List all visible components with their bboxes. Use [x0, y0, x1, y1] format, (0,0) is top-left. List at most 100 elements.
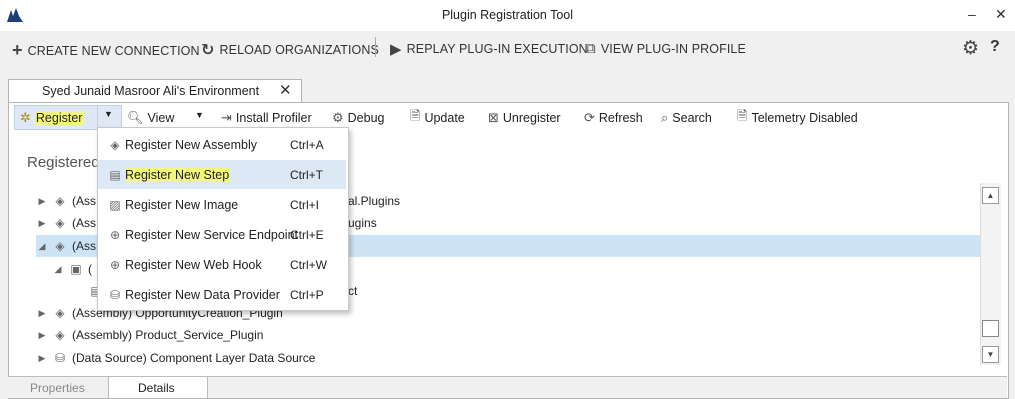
refresh-button[interactable]: ⟳ Refresh	[584, 108, 643, 127]
tree-row[interactable]: ▶ ◈ (Ass	[36, 212, 96, 234]
debug-icon: ⚙	[332, 109, 344, 125]
scroll-down-button[interactable]: ▼	[982, 346, 999, 363]
service-endpoint-icon: ⊕	[109, 227, 121, 242]
tree-row[interactable]: ▶ ◈ (Assembly) Product_Service_Plugin	[36, 324, 264, 346]
collapse-arrow-icon[interactable]: ◢	[52, 264, 64, 275]
tree-row-suffix: al.Plugins	[348, 194, 401, 208]
search-button[interactable]: ⌕ Search	[661, 108, 712, 127]
collapse-arrow-icon[interactable]: ◢	[36, 241, 48, 252]
vertical-scrollbar[interactable]	[980, 183, 1001, 365]
replay-plugin-execution-label: REPLAY PLUG-IN EXECUTION	[406, 42, 588, 56]
tree-heading: Registered	[27, 154, 100, 171]
menu-item-label: Register New Step	[125, 167, 290, 182]
tree-row-selected[interactable]: ◢ ◈ (Ass	[36, 235, 96, 257]
expand-arrow-icon[interactable]: ▶	[36, 330, 48, 341]
debug-label: Debug	[347, 110, 385, 125]
install-profiler-label: Install Profiler	[235, 110, 312, 125]
chevron-down-icon: ▼	[104, 109, 113, 119]
unregister-label: Unregister	[502, 110, 561, 125]
menu-item-register-step[interactable]: ▤ Register New Step Ctrl+T	[98, 160, 346, 189]
environment-tab-label: Syed Junaid Masroor Ali's Environment	[42, 84, 260, 98]
view-plugin-profile-button[interactable]: ⧉ VIEW PLUG-IN PROFILE	[585, 40, 746, 57]
telemetry-button[interactable]: 🗎 Telemetry Disabled	[737, 108, 858, 127]
reload-organizations-label: RELOAD ORGANIZATIONS	[219, 43, 379, 57]
tree-row-suffix: ugins	[348, 216, 377, 230]
view-label: View	[147, 110, 175, 125]
menu-item-register-service-endpoint[interactable]: ⊕ Register New Service Endpoint Ctrl+E	[98, 220, 346, 249]
view-plugin-profile-label: VIEW PLUG-IN PROFILE	[600, 41, 746, 56]
plus-icon: +	[12, 40, 23, 60]
telemetry-label: Telemetry Disabled	[751, 110, 858, 125]
reload-organizations-button[interactable]: ↻ RELOAD ORGANIZATIONS	[201, 40, 379, 60]
data-provider-icon: ⛁	[109, 287, 121, 302]
view-dropdown-icon[interactable]: ▼	[195, 110, 204, 120]
menu-item-shortcut: Ctrl+A	[290, 137, 324, 152]
minimize-button[interactable]: –	[968, 6, 976, 22]
tab-properties[interactable]: Properties	[30, 381, 85, 395]
expand-arrow-icon[interactable]: ▶	[36, 196, 48, 207]
install-profiler-button[interactable]: ⇥ Install Profiler	[221, 108, 312, 127]
tree-row-label: (Ass	[72, 216, 96, 230]
menu-item-register-image[interactable]: ▨ Register New Image Ctrl+I	[98, 190, 346, 219]
search-icon: ⌕	[661, 109, 669, 125]
assembly-icon: ◈	[55, 239, 65, 253]
menu-item-label-highlight: Register New Step	[125, 167, 230, 182]
tree-row[interactable]: ▶ ◈ (Ass	[36, 190, 96, 212]
update-label: Update	[424, 110, 465, 125]
menu-item-register-web-hook[interactable]: ⊕ Register New Web Hook Ctrl+W	[98, 250, 346, 279]
tree-row[interactable]: ▶ ⛁ (Data Source) Component Layer Data S…	[36, 347, 316, 369]
register-gear-icon: ✲	[20, 109, 31, 125]
command-separator	[375, 37, 376, 57]
telemetry-icon: 🗎	[737, 107, 748, 123]
create-connection-button[interactable]: + CREATE NEW CONNECTION	[12, 40, 200, 61]
window-title: Plugin Registration Tool	[441, 8, 574, 22]
menu-item-shortcut: Ctrl+E	[290, 227, 324, 242]
search-label: Search	[672, 110, 712, 125]
menu-item-label: Register New Service Endpoint	[125, 227, 298, 242]
close-tab-button[interactable]: ✕	[279, 81, 292, 99]
tree-row-suffix: ct	[348, 284, 358, 298]
update-button[interactable]: 🗎 Update	[410, 108, 465, 127]
menu-item-register-assembly[interactable]: ◈ Register New Assembly Ctrl+A	[98, 130, 346, 159]
register-button-content[interactable]: ✲ Register	[20, 108, 84, 127]
menu-item-shortcut: Ctrl+P	[290, 287, 324, 302]
expand-arrow-icon[interactable]: ▶	[36, 308, 48, 319]
settings-button[interactable]: ⚙	[962, 37, 979, 60]
unregister-button[interactable]: ⊠ Unregister	[488, 108, 561, 127]
menu-item-register-data-provider[interactable]: ⛁ Register New Data Provider Ctrl+P	[98, 280, 346, 309]
assembly-icon: ◈	[55, 328, 65, 342]
install-icon: ⇥	[221, 109, 232, 125]
tree-row-label: (Ass	[72, 194, 96, 208]
replay-plugin-execution-button[interactable]: ▶ REPLAY PLUG-IN EXECUTION	[390, 40, 588, 58]
plugin-type-icon: ▣	[70, 262, 82, 276]
assembly-icon: ◈	[55, 216, 65, 230]
expand-arrow-icon[interactable]: ▶	[36, 218, 48, 229]
scroll-thumb[interactable]	[982, 320, 999, 337]
menu-item-label: Register New Web Hook	[125, 257, 262, 272]
refresh-icon: ⟳	[584, 109, 595, 125]
close-window-button[interactable]: ✕	[995, 6, 1007, 23]
help-button[interactable]: ?	[990, 38, 1000, 56]
expand-arrow-icon[interactable]: ▶	[36, 353, 48, 364]
view-search-icon: 🔍︎	[127, 109, 144, 125]
tree-row-label: (	[88, 262, 92, 276]
scroll-up-button[interactable]: ▲	[982, 187, 999, 204]
view-button[interactable]: 🔍︎ View	[127, 108, 174, 127]
menu-item-shortcut: Ctrl+I	[290, 197, 320, 212]
tree-row[interactable]: ◢ ▣ (	[52, 258, 92, 280]
update-icon: 🗎	[410, 107, 421, 123]
tree-row-label: (Ass	[72, 239, 96, 253]
assembly-icon: ◈	[110, 137, 120, 152]
data-source-icon: ⛁	[54, 351, 66, 365]
tab-details[interactable]: Details	[138, 381, 175, 395]
debug-button[interactable]: ⚙ Debug	[332, 108, 385, 127]
step-icon: ▤	[109, 167, 121, 182]
menu-item-label: Register New Image	[125, 197, 239, 212]
assembly-icon: ◈	[55, 306, 65, 320]
menu-item-shortcut: Ctrl+T	[290, 167, 323, 182]
web-hook-icon: ⊕	[109, 257, 121, 272]
reload-icon: ↻	[201, 42, 215, 59]
unregister-icon: ⊠	[488, 109, 499, 125]
tree-row-label: (Assembly) Product_Service_Plugin	[72, 328, 264, 342]
menu-item-label: Register New Data Provider	[125, 287, 280, 302]
